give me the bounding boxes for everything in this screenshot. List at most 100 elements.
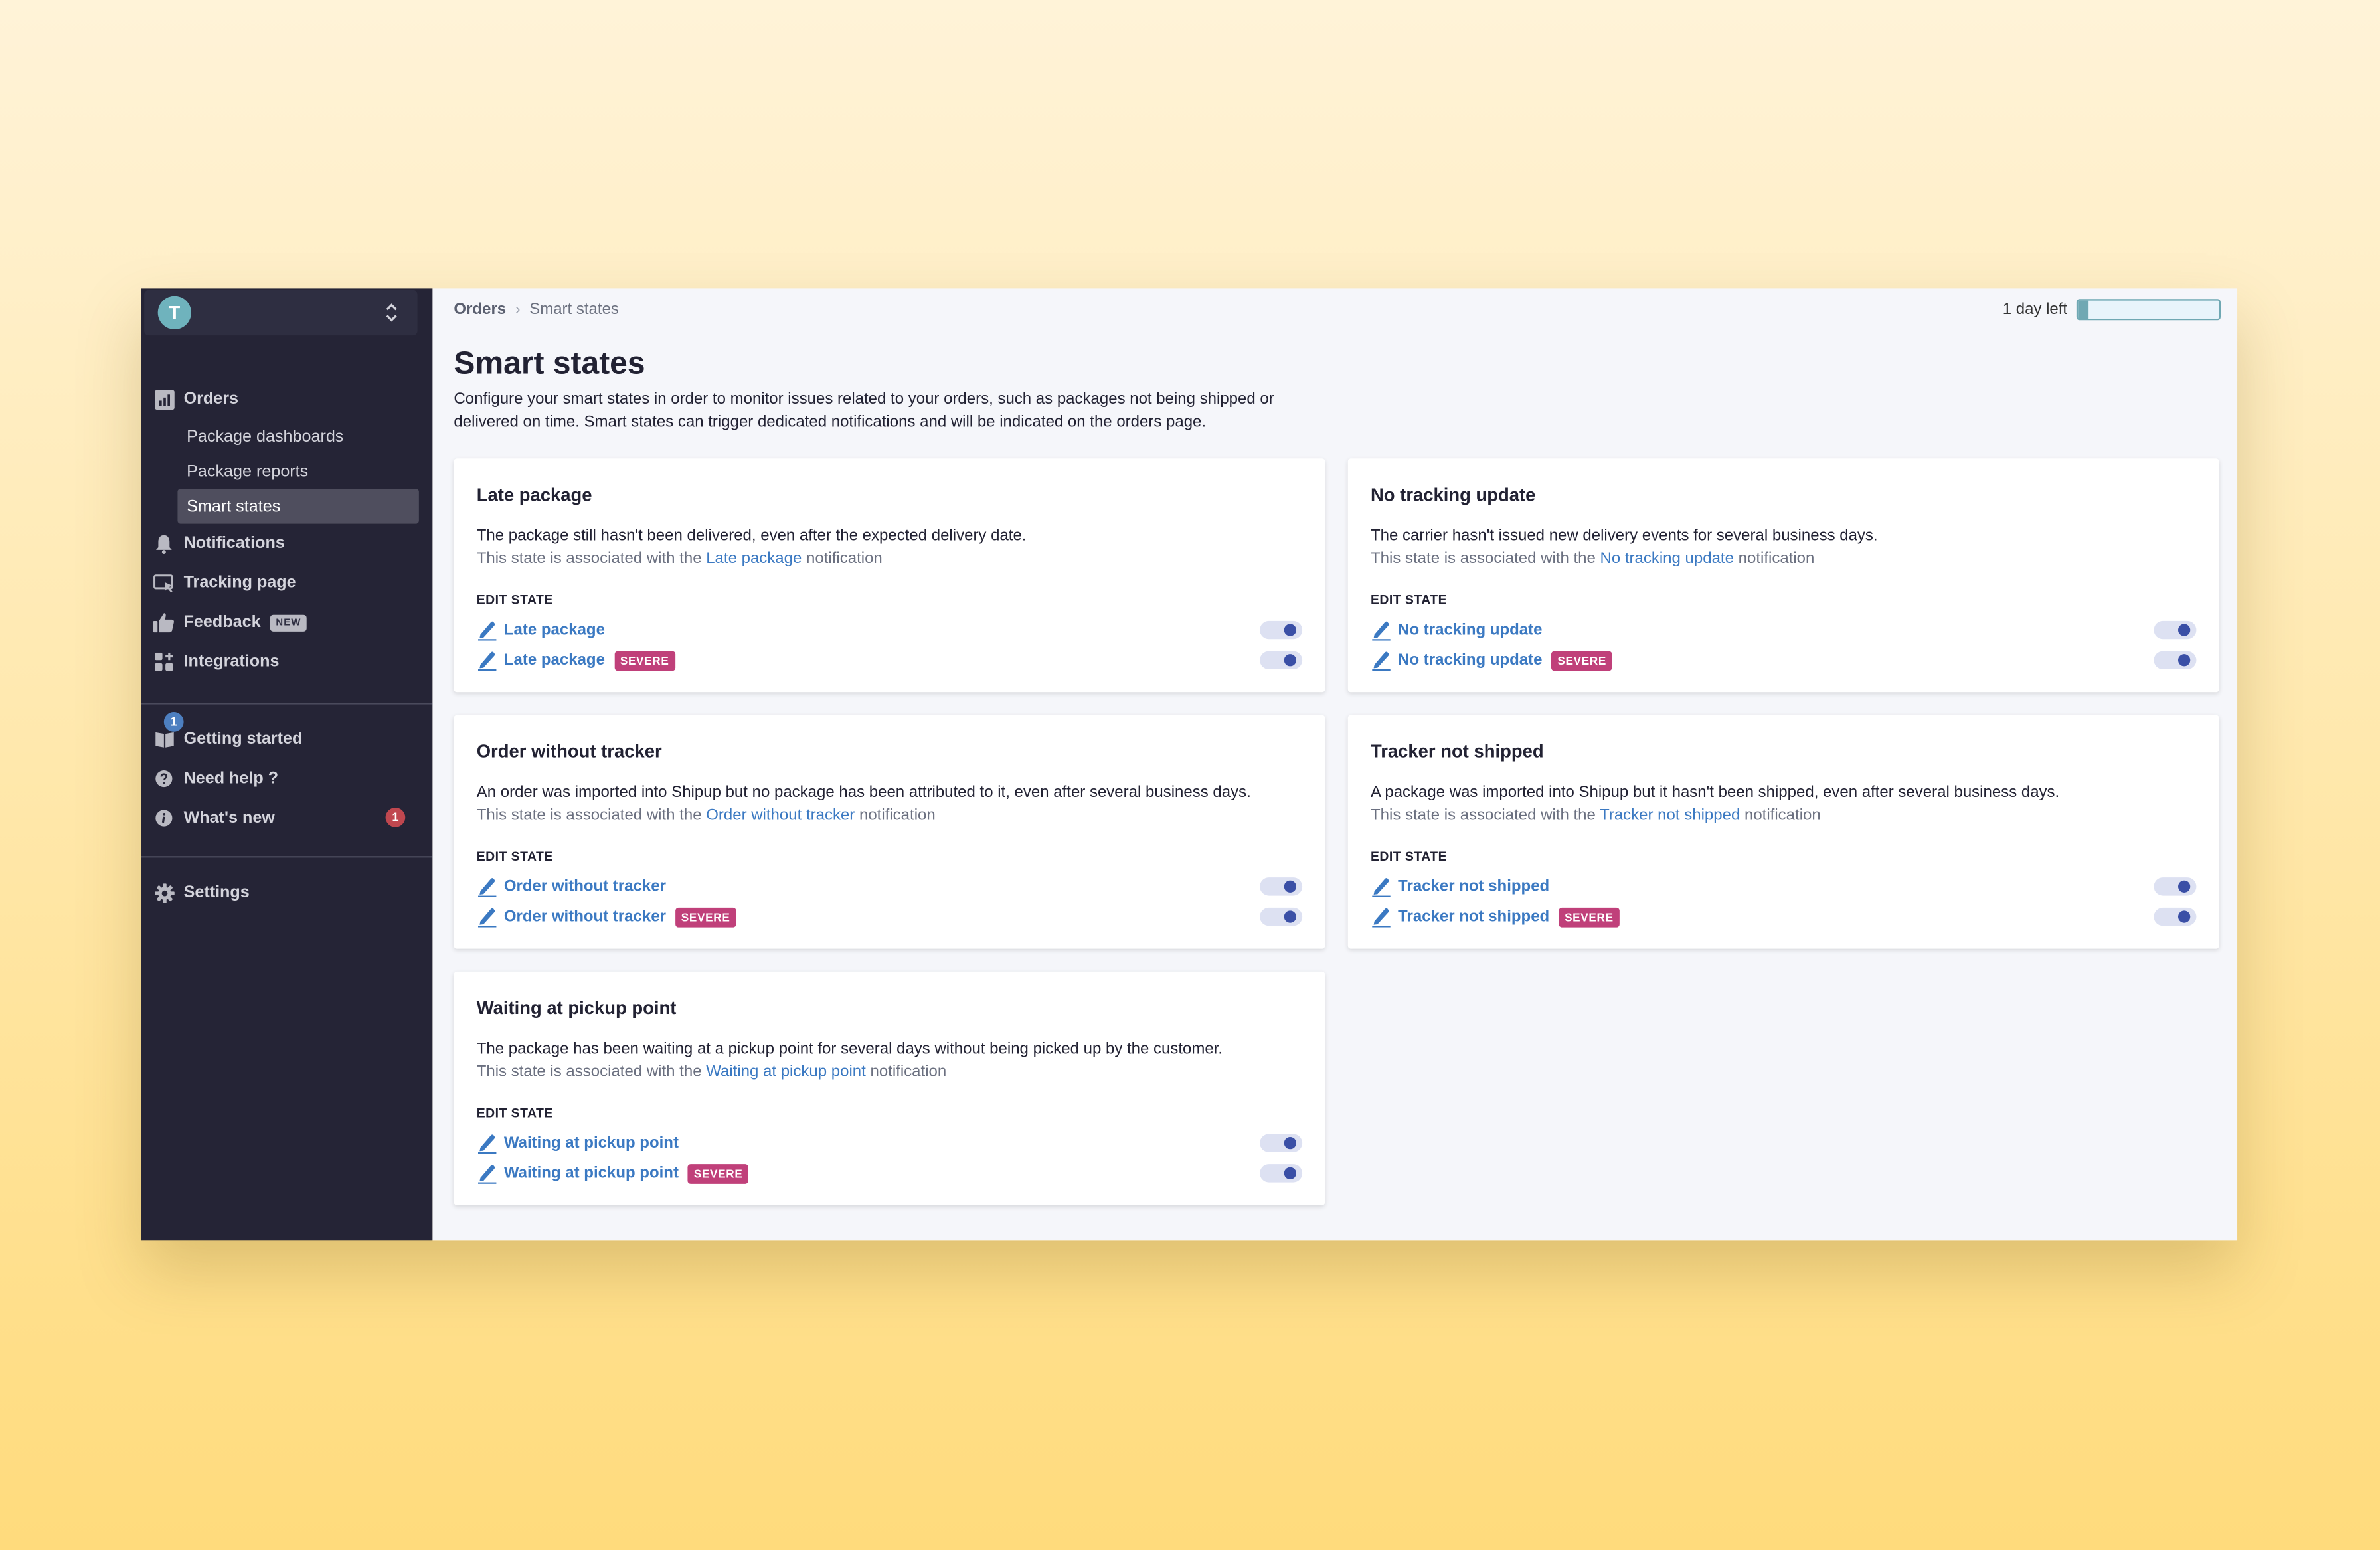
pencil-icon[interactable]: [1371, 620, 1392, 641]
state-toggle[interactable]: [2154, 907, 2197, 926]
toggle-knob: [2177, 654, 2191, 667]
new-badge: NEW: [270, 614, 307, 631]
edit-state-link[interactable]: Late package: [504, 621, 605, 639]
trial-progress-fill: [2078, 300, 2088, 319]
toggle-knob: [1284, 624, 1296, 636]
toggle-knob: [1284, 1167, 1296, 1179]
state-row: No tracking update: [1371, 618, 2197, 642]
state-toggle[interactable]: [1260, 907, 1303, 926]
smart-state-card: Order without tracker An order was impor…: [454, 715, 1325, 949]
sidebar-item-whats-new[interactable]: What's new 1: [141, 798, 433, 837]
edit-state-link[interactable]: Tracker not shipped: [1398, 877, 1549, 895]
notification-link[interactable]: Waiting at pickup point: [706, 1063, 866, 1080]
thumbs-up-icon: [153, 612, 175, 633]
state-toggle[interactable]: [1260, 1134, 1303, 1152]
severe-badge: SEVERE: [614, 650, 675, 671]
chevron-right-icon: ›: [515, 301, 521, 318]
card-description: An order was imported into Shipup but no…: [476, 783, 1251, 802]
notification-link[interactable]: Late package: [706, 549, 802, 567]
main-content: Orders › Smart states 1 day left Smart s…: [432, 288, 2238, 1241]
edit-state-label: EDIT STATE: [476, 848, 553, 864]
toggle-knob: [1284, 1136, 1296, 1150]
pencil-icon[interactable]: [477, 906, 498, 928]
edit-state-label: EDIT STATE: [1370, 848, 1448, 864]
pencil-icon[interactable]: [477, 649, 498, 671]
edit-state-label: EDIT STATE: [476, 592, 553, 608]
sidebar-item-smart-states[interactable]: Smart states: [177, 488, 419, 524]
card-description: The package still hasn't been delivered,…: [476, 527, 1027, 545]
state-row: Tracker not shipped: [1371, 875, 2197, 899]
sidebar-item-settings[interactable]: Settings: [141, 873, 433, 912]
sidebar-item-feedback[interactable]: Feedback NEW: [141, 602, 433, 642]
sidebar-item-package-reports[interactable]: Package reports: [177, 454, 418, 489]
assoc-suffix: notification: [1740, 806, 1821, 825]
severe-badge: SEVERE: [687, 1163, 749, 1183]
sidebar-nav: Orders Package dashboards Package report…: [141, 379, 433, 912]
state-row-severe: Waiting at pickup point SEVERE: [477, 1162, 1303, 1186]
state-row-severe: Late package SEVERE: [477, 648, 1303, 673]
toggle-knob: [1284, 880, 1296, 893]
assoc-prefix: This state is associated with the: [1370, 549, 1600, 568]
edit-state-link[interactable]: Waiting at pickup point: [504, 1134, 679, 1152]
assoc-suffix: notification: [865, 1062, 947, 1081]
notification-link[interactable]: No tracking update: [1600, 549, 1733, 567]
breadcrumb-orders[interactable]: Orders: [454, 301, 506, 319]
edit-state-link[interactable]: Tracker not shipped: [1398, 908, 1549, 926]
sidebar: T Orders Package dashboards Package repo…: [141, 288, 433, 1241]
sidebar-item-need-help[interactable]: Need help ?: [141, 759, 433, 798]
card-title: Order without tracker: [476, 740, 662, 762]
state-row-severe: Order without tracker SEVERE: [477, 904, 1303, 929]
state-toggle[interactable]: [2154, 651, 2197, 669]
state-toggle[interactable]: [1260, 1164, 1303, 1183]
sidebar-item-package-dashboards[interactable]: Package dashboards: [177, 419, 418, 454]
pencil-icon[interactable]: [477, 1132, 498, 1154]
severe-badge: SEVERE: [1558, 906, 1620, 927]
notification-link[interactable]: Order without tracker: [706, 806, 855, 824]
pencil-icon[interactable]: [1371, 906, 1392, 928]
chevron-up-down-icon: [386, 303, 397, 322]
state-toggle[interactable]: [2154, 877, 2197, 896]
card-association: This state is associated with the Order …: [477, 806, 936, 824]
smart-state-card: Tracker not shipped A package was import…: [1347, 715, 2219, 949]
edit-state-link[interactable]: No tracking update: [1398, 651, 1542, 669]
assoc-prefix: This state is associated with the: [1370, 806, 1600, 825]
state-toggle[interactable]: [1260, 651, 1303, 669]
edit-state-link[interactable]: Order without tracker: [504, 877, 666, 895]
sidebar-item-getting-started[interactable]: 1 Getting started: [141, 711, 433, 758]
edit-state-link[interactable]: Late package: [504, 651, 605, 669]
sidebar-item-tracking-page[interactable]: Tracking page: [141, 563, 433, 602]
sidebar-item-integrations[interactable]: Integrations: [141, 642, 433, 681]
gear-icon: [153, 882, 175, 903]
edit-state-link[interactable]: No tracking update: [1398, 621, 1542, 639]
card-description: A package was imported into Shipup but i…: [1370, 783, 2060, 802]
state-toggle[interactable]: [1260, 877, 1303, 896]
pencil-icon[interactable]: [1371, 649, 1392, 671]
sidebar-item-notifications[interactable]: Notifications: [141, 524, 433, 563]
organization-switcher[interactable]: T: [144, 290, 418, 336]
severe-badge: SEVERE: [675, 906, 736, 927]
state-row: Waiting at pickup point: [477, 1131, 1303, 1156]
edit-state-link[interactable]: Order without tracker: [504, 908, 666, 926]
pencil-icon[interactable]: [477, 620, 498, 641]
question-circle-icon: [153, 768, 175, 790]
pencil-icon[interactable]: [477, 1163, 498, 1184]
state-row-severe: No tracking update SEVERE: [1371, 648, 2197, 673]
pencil-icon[interactable]: [1371, 876, 1392, 897]
sidebar-item-orders[interactable]: Orders: [141, 379, 433, 418]
state-row: Late package: [477, 618, 1303, 642]
toggle-knob: [1284, 654, 1296, 667]
card-association: This state is associated with the Late p…: [477, 549, 883, 567]
card-title: Tracker not shipped: [1370, 740, 1544, 762]
app-window: T Orders Package dashboards Package repo…: [141, 288, 2238, 1241]
state-toggle[interactable]: [1260, 620, 1303, 640]
smart-state-card: Waiting at pickup point The package has …: [454, 971, 1325, 1205]
trial-indicator: 1 day left: [2003, 299, 2221, 321]
edit-state-label: EDIT STATE: [476, 1104, 553, 1120]
notification-link[interactable]: Tracker not shipped: [1600, 806, 1740, 824]
getting-started-count-badge: 1: [163, 711, 184, 732]
edit-state-link[interactable]: Waiting at pickup point: [504, 1164, 679, 1182]
breadcrumb: Orders › Smart states: [454, 301, 618, 319]
card-association: This state is associated with the No tra…: [1371, 549, 1814, 567]
state-toggle[interactable]: [2154, 620, 2197, 640]
pencil-icon[interactable]: [477, 876, 498, 897]
